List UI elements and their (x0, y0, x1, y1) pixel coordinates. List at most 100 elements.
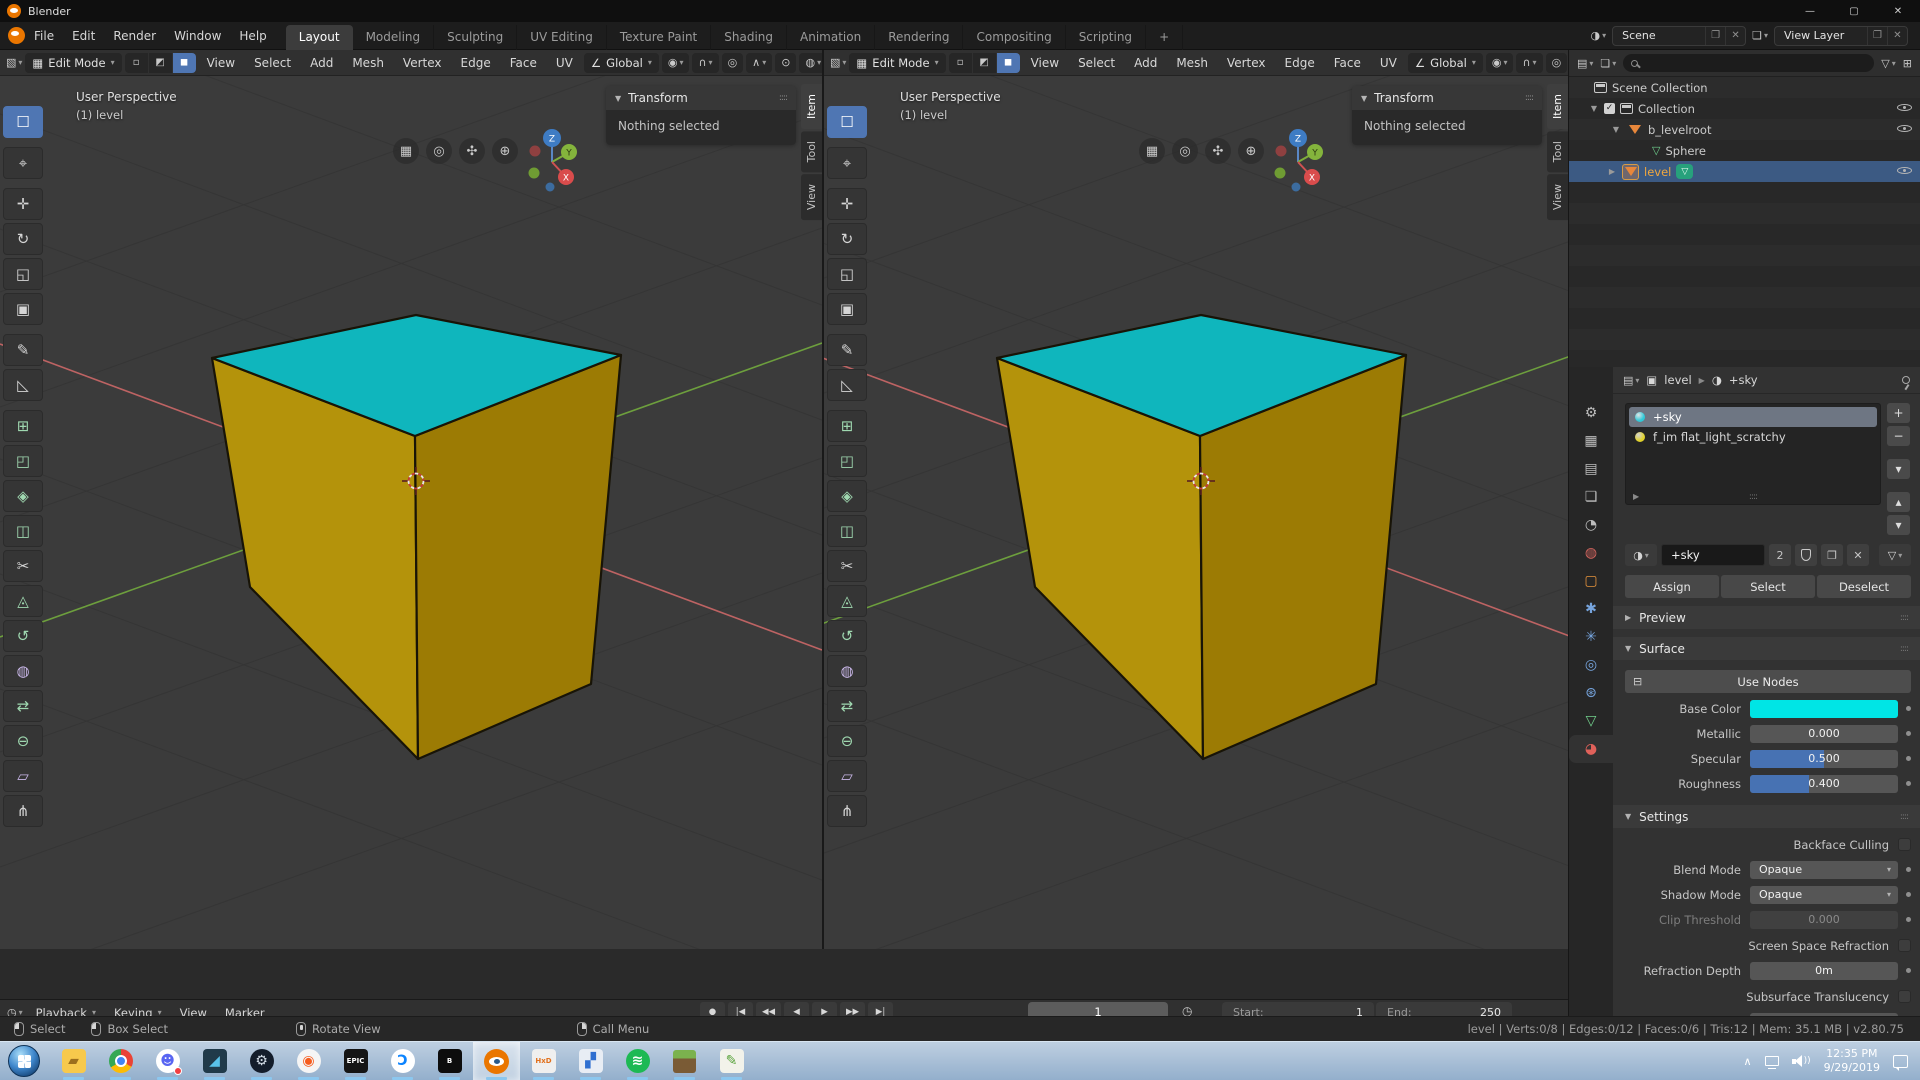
menu-help[interactable]: Help (230, 26, 275, 46)
outliner-filter-mode-icon[interactable]: ❏▾ (1600, 57, 1616, 70)
workspace-tab-sculpting[interactable]: Sculpting (434, 25, 517, 50)
tool-shear[interactable]: ▱ (3, 760, 43, 792)
properties-tab-object-data[interactable]: ▽ (1569, 707, 1613, 735)
view-layer-name[interactable]: View Layer (1775, 29, 1867, 42)
pan-hand-button[interactable]: ✣ (1205, 138, 1231, 164)
viewport-menu-vertex[interactable]: Vertex (395, 54, 450, 72)
tool-rip-region[interactable]: ⋔ (3, 795, 43, 827)
menu-file[interactable]: File (25, 26, 63, 46)
viewport-menu-edge[interactable]: Edge (1277, 54, 1323, 72)
add-workspace-button[interactable]: + (1146, 25, 1183, 50)
viewport-canvas[interactable] (824, 76, 1568, 949)
tool-annotate[interactable]: ✎ (3, 334, 43, 366)
start-button[interactable] (8, 1045, 40, 1077)
viewport-3d-left[interactable]: ▧▾▦Edit Mode▾▫◩◼ViewSelectAddMeshVertexE… (0, 50, 822, 949)
visibility-toggle[interactable] (1897, 101, 1912, 117)
workspace-tab-rendering[interactable]: Rendering (875, 25, 963, 50)
properties-tab-constraints[interactable]: ⊛ (1569, 679, 1613, 707)
tool-smooth[interactable]: ◍ (827, 655, 867, 687)
snapping-icon[interactable]: ∩▾ (692, 53, 718, 73)
tool-poly-build[interactable]: ◬ (827, 585, 867, 617)
dropdown[interactable]: Opaque▾ (1750, 886, 1898, 904)
material-slot[interactable]: f_im flat_light_scratchy (1629, 427, 1877, 447)
gizmo-y-neg[interactable] (1275, 168, 1286, 179)
network-icon[interactable] (1765, 1056, 1779, 1066)
face-select-button[interactable]: ◼ (173, 53, 196, 73)
menu-window[interactable]: Window (165, 26, 230, 46)
unlink-material-button[interactable]: ✕ (1847, 544, 1869, 566)
node-tree-dropdown[interactable]: ▽▾ (1879, 544, 1911, 566)
properties-tab-particles[interactable]: ✳ (1569, 623, 1613, 651)
mode-dropdown[interactable]: ▦Edit Mode▾ (25, 53, 121, 73)
view-layer-copy-button[interactable]: ❐ (1867, 26, 1887, 46)
view-layer-icon[interactable]: ❏▾ (1752, 29, 1768, 42)
taskbar-app-wallpaper-engine[interactable]: ◢ (191, 1042, 238, 1080)
outliner-row-level[interactable]: ▶level▽ (1569, 161, 1920, 182)
taskbar-app-steam[interactable]: ⚙ (238, 1042, 285, 1080)
value-field[interactable]: 0.400 (1750, 775, 1898, 793)
editor-type-dropdown[interactable]: ▧▾ (6, 56, 22, 69)
tool-spin[interactable]: ↺ (827, 620, 867, 652)
taskbar-app-photos[interactable]: ▞ (567, 1042, 614, 1080)
expand-arrow-icon[interactable]: ▼ (1589, 104, 1599, 113)
slot-list-grip[interactable]: :::: (1749, 492, 1757, 502)
face-select-button[interactable]: ◼ (997, 53, 1020, 73)
new-collection-button[interactable]: ⊞ (1903, 57, 1912, 70)
material-name-field[interactable]: +sky (1661, 544, 1765, 566)
workspace-tab-scripting[interactable]: Scripting (1066, 25, 1146, 50)
tool-select-box[interactable]: ☐ (827, 106, 867, 138)
pivot-point-icon[interactable]: ◉▾ (662, 53, 690, 73)
viewport-menu-uv[interactable]: UV (548, 54, 581, 72)
viewport-menu-mesh[interactable]: Mesh (1168, 54, 1216, 72)
workspace-tab-animation[interactable]: Animation (787, 25, 875, 50)
tool-extrude-region[interactable]: ⊞ (3, 410, 43, 442)
workspace-tab-shading[interactable]: Shading (711, 25, 787, 50)
keyframe-dot[interactable] (1906, 706, 1911, 711)
tool-bevel[interactable]: ◈ (3, 480, 43, 512)
tool-smooth[interactable]: ◍ (3, 655, 43, 687)
tool-knife[interactable]: ✂ (3, 550, 43, 582)
visibility-toggle[interactable] (1897, 122, 1912, 138)
vertex-select-button[interactable]: ▫ (125, 53, 148, 73)
checkbox[interactable] (1898, 990, 1911, 1003)
keyframe-dot[interactable] (1906, 731, 1911, 736)
volume-icon[interactable]: )) (1792, 1054, 1811, 1068)
viewport-menu-select[interactable]: Select (1070, 54, 1123, 72)
tool-annotate[interactable]: ✎ (827, 334, 867, 366)
viewport-canvas[interactable] (0, 76, 822, 949)
menu-edit[interactable]: Edit (63, 26, 104, 46)
tool-transform[interactable]: ▣ (3, 293, 43, 325)
collection-checkbox[interactable]: ✓ (1604, 103, 1615, 114)
proportional-editing-icon[interactable]: ◎ (722, 53, 744, 73)
taskbar-app-file-explorer[interactable]: ▰ (50, 1042, 97, 1080)
view-layer-unlink-button[interactable]: ✕ (1887, 26, 1907, 46)
tool-edge-slide[interactable]: ⇄ (3, 690, 43, 722)
taskbar-app-epic-games[interactable]: EPIC (332, 1042, 379, 1080)
transform-panel-header[interactable]: ▼Transform:::: (1352, 86, 1542, 110)
tool-poly-build[interactable]: ◬ (3, 585, 43, 617)
move-slot-up-button[interactable]: ▴ (1887, 492, 1910, 512)
perspective-grid-button[interactable]: ▦ (393, 138, 419, 164)
dropdown[interactable]: Opaque▾ (1750, 861, 1898, 879)
tool-inset-faces[interactable]: ◰ (827, 445, 867, 477)
keyframe-dot[interactable] (1906, 917, 1911, 922)
checkbox[interactable] (1898, 838, 1911, 851)
vertex-select-button[interactable]: ▫ (949, 53, 972, 73)
sidebar-tab-tool[interactable]: Tool (1547, 131, 1568, 172)
viewport-menu-add[interactable]: Add (1126, 54, 1165, 72)
properties-tab-view-layer[interactable]: ❏ (1569, 483, 1613, 511)
value-field[interactable]: 0.000 (1750, 725, 1898, 743)
use-nodes-button[interactable]: ⊟ Use Nodes (1625, 670, 1911, 693)
tool-select-box[interactable]: ☐ (3, 106, 43, 138)
sidebar-tab-item[interactable]: Item (801, 84, 822, 129)
assign-button[interactable]: Assign (1625, 575, 1719, 598)
slot-list-expand-icon[interactable]: ▶ (1633, 492, 1639, 501)
maximize-button[interactable]: ▢ (1832, 0, 1876, 22)
tool-shear[interactable]: ▱ (827, 760, 867, 792)
viewport-menu-select[interactable]: Select (246, 54, 299, 72)
edge-select-button[interactable]: ◩ (149, 53, 172, 73)
proportional-editing-icon[interactable]: ◎ (1546, 53, 1568, 73)
outliner-row-b_levelroot[interactable]: ▼b_levelroot (1569, 119, 1920, 140)
scene-name[interactable]: Scene (1613, 29, 1705, 42)
gizmo-z-neg[interactable] (546, 183, 555, 192)
